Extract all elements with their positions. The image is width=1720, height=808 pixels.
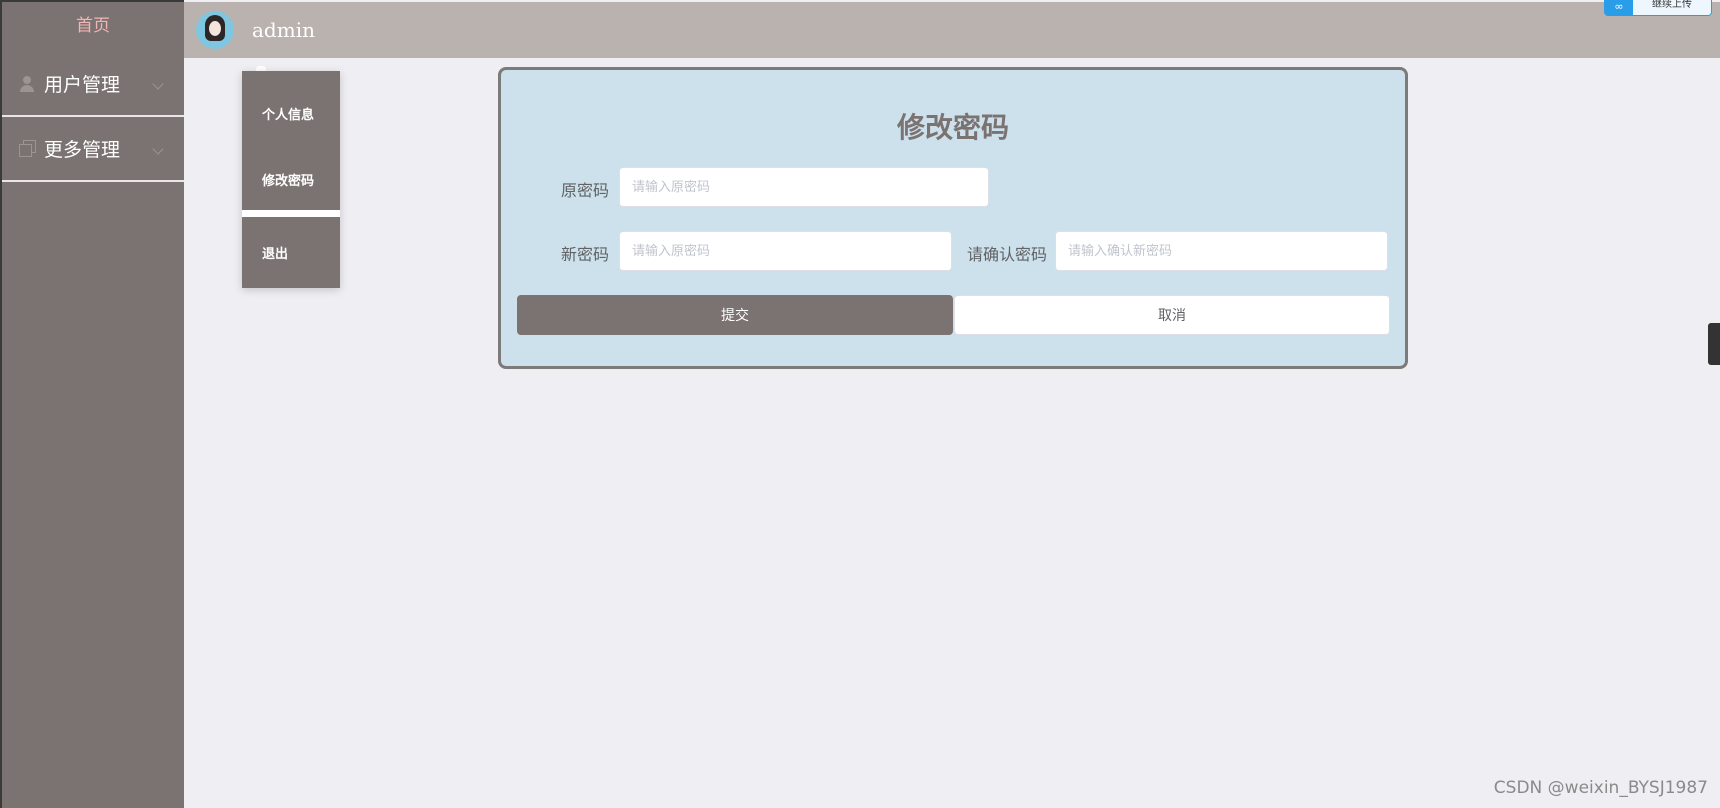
menu-item-logout[interactable]: 退出 xyxy=(242,217,340,288)
sidebar-home-link[interactable]: 首页 xyxy=(2,2,184,52)
copy-icon xyxy=(19,140,36,157)
old-password-input[interactable] xyxy=(619,167,989,207)
sidebar: 首页 用户管理 更多管理 xyxy=(0,0,184,808)
top-header: admin xyxy=(184,2,1720,58)
watermark: CSDN @weixin_BYSJ1987 xyxy=(1493,778,1708,798)
sidebar-item-more-management[interactable]: 更多管理 xyxy=(2,117,184,182)
sidebar-item-user-management[interactable]: 用户管理 xyxy=(2,52,184,117)
page-title: 修改密码 xyxy=(896,111,1009,144)
avatar[interactable] xyxy=(196,11,234,49)
cancel-button[interactable]: 取消 xyxy=(954,295,1390,335)
side-panel-handle[interactable] xyxy=(1708,323,1720,365)
user-dropdown-menu: 个人信息 修改密码 退出 xyxy=(242,71,340,288)
menu-divider xyxy=(242,210,340,217)
menu-item-change-password[interactable]: 修改密码 xyxy=(242,148,340,210)
chevron-down-icon xyxy=(152,143,164,155)
menu-item-profile[interactable]: 个人信息 xyxy=(242,71,340,148)
infinity-icon: ∞ xyxy=(1605,0,1633,15)
old-password-label: 原密码 xyxy=(560,181,609,200)
change-password-card: 修改密码 原密码 新密码 请确认密码 提交 取消 xyxy=(498,67,1408,369)
chevron-down-icon xyxy=(152,78,164,90)
confirm-password-input[interactable] xyxy=(1055,231,1388,271)
new-password-input[interactable] xyxy=(619,231,952,271)
sidebar-item-label: 用户管理 xyxy=(44,74,121,96)
badge-text: 继续上传 xyxy=(1633,0,1711,15)
submit-button[interactable]: 提交 xyxy=(517,295,953,335)
user-icon xyxy=(19,75,36,92)
sidebar-item-label: 更多管理 xyxy=(44,139,121,161)
username[interactable]: admin xyxy=(252,18,315,42)
new-password-label: 新密码 xyxy=(560,245,609,264)
confirm-password-label: 请确认密码 xyxy=(966,245,1047,264)
upload-badge[interactable]: ∞ 继续上传 xyxy=(1604,0,1712,16)
